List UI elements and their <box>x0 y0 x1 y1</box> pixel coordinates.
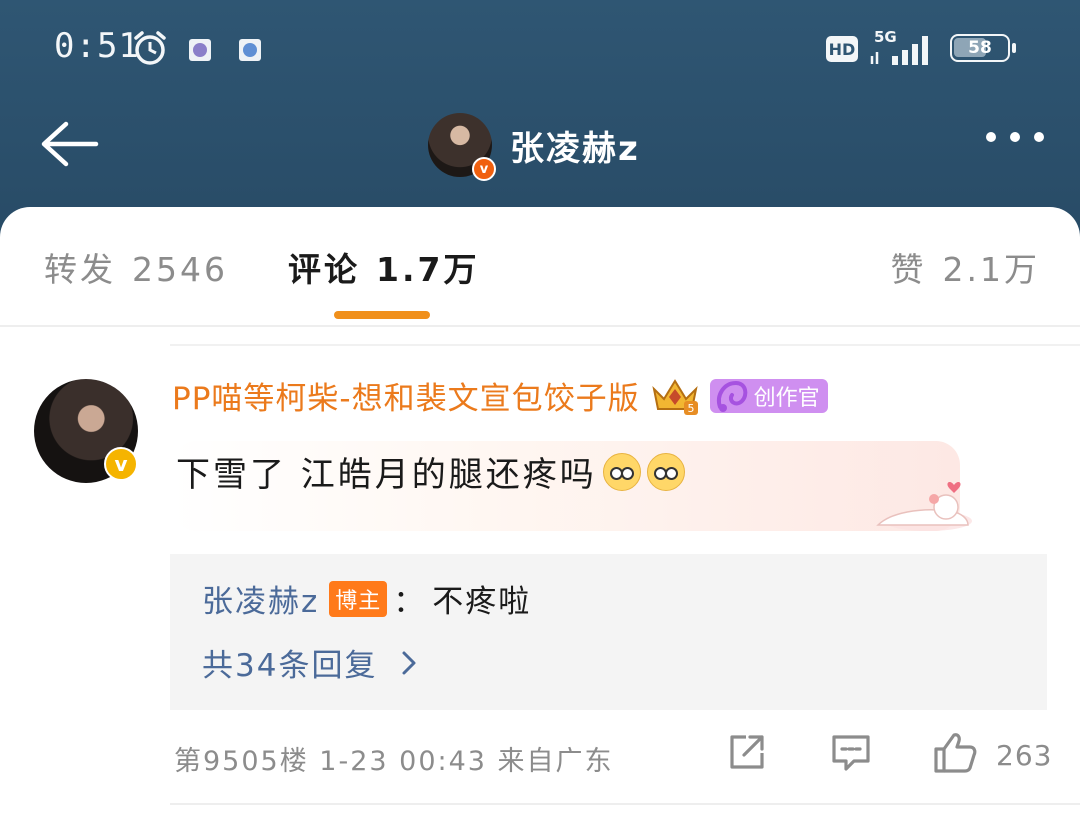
share-icon[interactable] <box>726 731 768 773</box>
tab-comment-count: 1.7万 <box>376 250 480 289</box>
author-avatar[interactable]: v <box>428 113 496 181</box>
comments-panel: 转发 2546 评论 1.7万 赞 2.1万 v PP喵等柯柴-想和裴文宣包饺子版 5 <box>0 207 1080 827</box>
chevron-right-icon <box>402 651 416 674</box>
battery-icon: 58 <box>950 34 1016 62</box>
alarm-icon <box>134 31 166 65</box>
signal-icon <box>870 36 928 65</box>
reply-line: 张凌赫z 博主 ： 不疼啦 <box>202 576 531 621</box>
hd-icon: HD <box>826 36 858 62</box>
author-name[interactable]: 张凌赫z <box>510 121 640 170</box>
tab-comment[interactable]: 评论 1.7万 <box>288 243 479 291</box>
active-tab-indicator <box>334 311 430 319</box>
more-icon[interactable] <box>986 132 1044 142</box>
app-notification-icon-2 <box>239 39 261 61</box>
status-bar: 0:51 HD 5G 58 <box>0 0 1080 96</box>
tab-repost-label: 转发 <box>44 250 116 289</box>
view-replies-label: 共34条回复 <box>202 648 378 684</box>
commenter-avatar[interactable]: v <box>34 379 138 483</box>
reply-preview[interactable]: 张凌赫z 博主 ： 不疼啦 共34条回复 <box>170 554 1047 710</box>
pleading-face-emoji-2 <box>646 452 685 491</box>
verified-badge: v <box>104 447 138 481</box>
author-badge: 博主 <box>329 580 388 617</box>
tab-like-count: 2.1万 <box>942 250 1040 289</box>
commenter-name[interactable]: PP喵等柯柴-想和裴文宣包饺子版 <box>172 373 640 418</box>
creator-icon <box>716 380 747 412</box>
tab-repost-count: 2546 <box>132 250 228 289</box>
reply-author[interactable]: 张凌赫z <box>202 576 319 621</box>
pleading-face-emoji <box>602 452 641 491</box>
level-number: 5 <box>687 402 694 415</box>
tab-bar: 转发 2546 评论 1.7万 赞 2.1万 <box>0 227 1080 327</box>
list-divider <box>170 344 1080 346</box>
status-time: 0:51 <box>54 26 140 66</box>
tab-divider <box>0 325 1080 327</box>
comment-meta: 第9505楼 1-23 00:43 来自广东 <box>174 746 614 777</box>
top-bar: v 张凌赫z <box>0 100 1080 190</box>
view-replies-link[interactable]: 共34条回复 <box>202 640 417 685</box>
comment-icon[interactable] <box>830 731 872 773</box>
author-header[interactable]: v 张凌赫z <box>428 110 640 181</box>
comment-divider <box>170 803 1080 805</box>
reply-separator: ： <box>393 584 427 620</box>
app-notification-icon <box>189 39 211 61</box>
verified-badge: v <box>472 157 496 181</box>
creator-badge-label: 创作官 <box>753 385 820 411</box>
like-icon[interactable] <box>932 731 978 775</box>
cat-decoration-icon <box>876 482 972 531</box>
back-arrow-icon[interactable] <box>38 118 102 170</box>
reply-text: 不疼啦 <box>432 584 532 620</box>
tab-repost[interactable]: 转发 2546 <box>44 243 228 291</box>
commenter-name-row: PP喵等柯柴-想和裴文宣包饺子版 5 创作官 <box>172 373 828 418</box>
comment-text: 下雪了 江皓月的腿还疼吗 <box>176 447 685 496</box>
creator-badge: 创作官 <box>709 378 828 413</box>
battery-level: 58 <box>968 38 992 58</box>
tab-like[interactable]: 赞 2.1万 <box>891 243 1040 291</box>
header-background: 0:51 HD 5G 58 v 张凌赫z <box>0 0 1080 240</box>
tab-like-label: 赞 <box>890 250 927 289</box>
comment-body: 下雪了 江皓月的腿还疼吗 <box>176 455 597 495</box>
crown-level-icon: 5 <box>651 378 698 415</box>
like-count: 263 <box>996 739 1053 772</box>
tab-comment-label: 评论 <box>288 250 360 289</box>
